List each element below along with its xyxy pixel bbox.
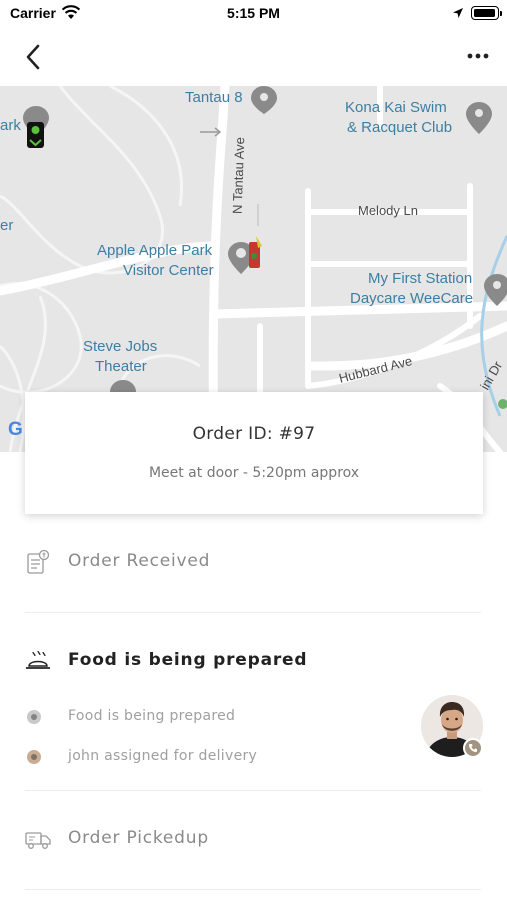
street-n-tantau: N Tantau Ave xyxy=(229,136,248,215)
map-label-apple-line2: Visitor Center xyxy=(123,262,214,279)
receipt-icon xyxy=(27,549,50,574)
map-label-steve-line2: Theater xyxy=(95,358,147,375)
google-logo: G xyxy=(8,419,23,440)
status-bar: Carrier 5:15 PM xyxy=(0,0,507,30)
map-label-park-edge: ark xyxy=(0,117,21,134)
more-options-button[interactable] xyxy=(460,42,496,70)
status-time: 5:15 PM xyxy=(227,5,280,21)
delivery-truck-icon xyxy=(25,832,51,849)
map-label-apple-line1: Apple Apple Park xyxy=(97,242,213,259)
order-card: Order ID: #97 Meet at door - 5:20pm appr… xyxy=(25,392,483,514)
divider xyxy=(25,790,481,791)
ellipsis-icon xyxy=(467,53,489,59)
back-button[interactable] xyxy=(16,40,50,74)
sub-item-courier-assigned: john assigned for delivery xyxy=(25,747,325,767)
divider xyxy=(25,889,481,890)
status-dot xyxy=(27,750,41,764)
order-id: Order ID: #97 xyxy=(192,424,316,444)
phone-icon xyxy=(469,744,477,752)
step-order-received: Order Received xyxy=(25,549,481,577)
chevron-left-icon xyxy=(26,44,40,70)
step-label-received: Order Received xyxy=(68,551,211,571)
step-food-preparing: Food is being prepared xyxy=(25,648,481,676)
map-label-kona-line1: Kona Kai Swim xyxy=(345,99,447,116)
status-dot xyxy=(27,710,41,724)
map-label-kona-line2: & Racquet Club xyxy=(347,119,453,136)
map-label-daycare-line1: My First Station xyxy=(368,270,473,287)
map-label-er-edge: er xyxy=(0,217,14,234)
step-label-pickedup: Order Pickedup xyxy=(68,828,209,848)
location-arrow-icon xyxy=(453,8,463,18)
sub-label-courier-assigned: john assigned for delivery xyxy=(68,748,258,764)
battery-icon xyxy=(471,6,502,20)
divider xyxy=(25,612,481,613)
cloche-icon xyxy=(26,650,50,669)
step-order-pickedup: Order Pickedup xyxy=(25,826,481,854)
map-label-tantau: Tantau 8 xyxy=(185,89,243,106)
street-melody: Melody Ln xyxy=(358,203,418,218)
step-label-preparing: Food is being prepared xyxy=(68,650,308,670)
sub-label-food-prepared: Food is being prepared xyxy=(68,708,236,724)
sub-item-food-prepared: Food is being prepared xyxy=(25,707,325,727)
map-label-daycare-line2: Daycare WeeCare xyxy=(350,290,474,307)
call-courier-button[interactable] xyxy=(463,738,483,758)
map-label-steve-line1: Steve Jobs xyxy=(83,338,158,355)
order-eta: Meet at door - 5:20pm approx xyxy=(148,465,360,481)
